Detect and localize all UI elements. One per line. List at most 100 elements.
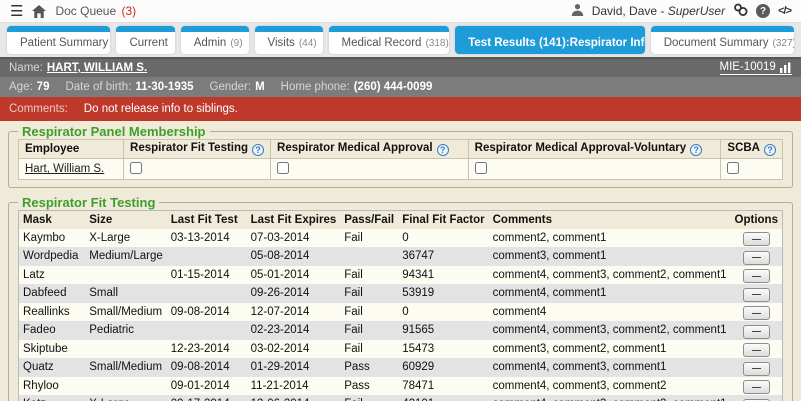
cell-comments: comment4, comment3, comment2 [489,377,731,396]
cell-final-fit-factor: 78471 [398,377,488,396]
table-row: DabfeedSmall09-26-2014Fail53919comment4,… [19,284,783,303]
col-employee: Employee [19,140,124,159]
options-button[interactable] [743,306,770,320]
cell-last-fit-test: 12-23-2014 [167,340,247,359]
respirator-medical-approval-voluntary-checkbox[interactable] [475,162,487,174]
age-label: Age: [9,81,33,93]
cell-last-fit-expires: 09-26-2014 [247,284,341,303]
cell-size [85,377,167,396]
help-icon[interactable]: ? [756,4,770,18]
cell-mask: Kaymbo [19,229,86,248]
help-icon[interactable]: ? [252,144,264,156]
user-name[interactable]: David, Dave - [592,4,668,18]
doc-queue-link[interactable]: Doc Queue [55,4,116,18]
col-label: Respirator Medical Approval [277,142,433,154]
tab-label: Patient Summary [20,37,108,49]
fit-header-row: Mask Size Last Fit Test Last Fit Expires… [19,211,783,229]
table-row: WordpediaMedium/Large05-08-201436747comm… [19,247,783,266]
cell-final-fit-factor: 91565 [398,321,488,340]
hamburger-menu-icon[interactable]: ☰ [10,4,23,19]
table-row: KatzX-Large09-17-201412-06-2014Fail42101… [19,395,783,401]
cell-comments: comment4, comment3, comment1 [489,358,731,377]
cell-last-fit-expires: 05-01-2014 [247,266,341,285]
col-pass-fail: Pass/Fail [340,211,398,229]
user-avatar-icon [571,3,584,19]
col-mask: Mask [19,211,86,229]
cell-comments: comment4, comment3, comment2, comment1 [489,266,731,285]
patient-comments-bar: Comments: Do not release info to sibling… [0,97,801,121]
scba-checkbox[interactable] [727,162,739,174]
link-icon[interactable] [733,3,748,19]
help-icon[interactable]: ? [690,144,702,156]
chart-tab-bar: Patient Summary Current Admin(9) Visits(… [0,22,801,57]
tab-label: Document Summary [664,37,769,49]
home-icon[interactable] [32,5,46,18]
minus-icon [752,331,761,332]
tab-count: (9) [230,38,242,49]
cell-mask: Wordpedia [19,247,86,266]
tab-label: Admin [194,37,227,49]
employee-link[interactable]: Hart, William S. [25,163,104,175]
options-button[interactable] [743,343,770,357]
cell-final-fit-factor: 53919 [398,284,488,303]
tab-document-summary[interactable]: Document Summary(327) [651,26,794,54]
main-content: Respirator Panel Membership Employee Res… [0,121,801,401]
tab-visits[interactable]: Visits(44) [255,26,323,54]
cell-size: Small/Medium [85,303,167,322]
cell-last-fit-expires: 12-06-2014 [247,395,341,401]
section-title: Respirator Panel Membership [18,124,210,139]
respirator-medical-approval-checkbox[interactable] [277,162,289,174]
fit-testing-table: Mask Size Last Fit Test Last Fit Expires… [18,210,783,401]
cell-comments: comment4, comment3, comment2, comment1 [489,395,731,401]
help-icon[interactable]: ? [437,144,449,156]
minus-icon [752,350,761,351]
cell-comments: comment4, comment1 [489,284,731,303]
membership-header-row: Employee Respirator Fit Testing? Respira… [19,140,783,159]
patient-name-link[interactable]: HART, WILLIAM S. [47,62,147,74]
cell-pass-fail: Fail [340,266,398,285]
minus-icon [752,257,761,258]
cell-last-fit-expires: 02-23-2014 [247,321,341,340]
col-label: SCBA [727,142,760,154]
tab-label: Medical Record [342,37,422,49]
tab-count: (318) [425,38,448,49]
cell-last-fit-test: 01-15-2014 [167,266,247,285]
options-button[interactable] [743,288,770,302]
minus-icon [752,294,761,295]
tab-current[interactable]: Current [116,26,174,54]
patient-id-chart-link[interactable]: MIE-10019 [720,61,792,75]
respirator-fit-testing-checkbox[interactable] [130,162,142,174]
minus-icon [752,368,761,369]
table-row: QuatzSmall/Medium09-08-201401-29-2014Pas… [19,358,783,377]
help-icon[interactable]: ? [764,144,776,156]
cell-mask: Latz [19,266,86,285]
cell-pass-fail: Fail [340,303,398,322]
code-icon[interactable]: </> [778,5,791,17]
cell-mask: Fadeo [19,321,86,340]
tab-test-results-respirator-info[interactable]: Test Results (141):Respirator Info [455,26,644,54]
options-button[interactable] [743,362,770,376]
cell-last-fit-test [167,247,247,266]
cell-final-fit-factor: 15473 [398,340,488,359]
table-row: FadeoPediatric02-23-2014Fail91565comment… [19,321,783,340]
cell-last-fit-expires: 07-03-2014 [247,229,341,248]
col-last-fit-test: Last Fit Test [167,211,247,229]
top-bar: ☰ Doc Queue (3) David, Dave - SuperUser … [0,0,801,22]
respirator-panel-membership-section: Respirator Panel Membership Employee Res… [8,124,793,188]
home-phone-label: Home phone: [281,81,350,93]
gender-label: Gender: [210,81,252,93]
cell-comments: comment3, comment2, comment1 [489,340,731,359]
tab-patient-summary[interactable]: Patient Summary [7,26,110,54]
table-row: Latz01-15-201405-01-2014Fail94341comment… [19,266,783,285]
options-button[interactable] [743,251,770,265]
options-button[interactable] [743,269,770,283]
tab-admin[interactable]: Admin(9) [181,26,249,54]
home-phone-value: (260) 444-0099 [354,81,433,93]
cell-size: X-Large [85,229,167,248]
options-button[interactable] [743,325,770,339]
options-button[interactable] [743,380,770,394]
tab-medical-record[interactable]: Medical Record(318) [329,26,450,54]
options-button[interactable] [743,232,770,246]
patient-id: MIE-10019 [720,61,776,73]
cell-size: Small [85,284,167,303]
